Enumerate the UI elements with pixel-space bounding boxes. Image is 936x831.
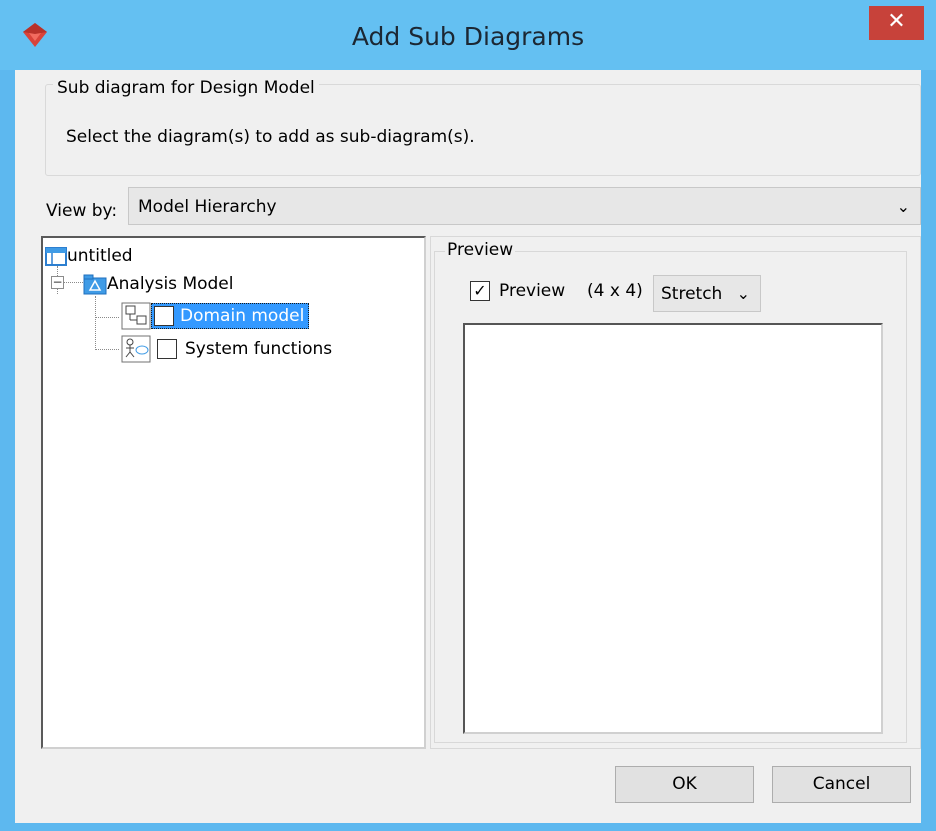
project-icon [45,247,67,266]
tree-node-label: Analysis Model [107,274,234,294]
tree-node-label: Domain model [180,306,305,326]
view-by-label: View by: [46,201,118,221]
dialog-body: Sub diagram for Design Model Select the … [15,70,921,823]
dialog-window: Add Sub Diagrams ✕ Sub diagram for Desig… [0,0,936,831]
tree-node-system-functions[interactable]: System functions [121,335,332,363]
ok-button[interactable]: OK [615,766,754,803]
tree-connector [95,317,119,318]
selected-item-highlight: ✓ Domain model [151,303,310,329]
diagram-tree[interactable]: untitled − Analysis Model ✓ Domain model… [41,236,426,749]
chevron-down-icon: ⌄ [896,197,910,216]
preview-panel: Preview ✓ Preview (4 x 4) Stretch ⌄ [430,236,921,749]
chevron-down-icon: ⌄ [736,284,750,303]
group-description: Select the diagram(s) to add as sub-diag… [66,127,475,147]
preview-canvas [463,323,883,734]
collapse-toggle[interactable]: − [51,276,64,289]
tree-node-domain-model[interactable]: ✓ Domain model [121,302,310,330]
class-diagram-icon [121,302,151,330]
preview-checkbox-label: Preview [499,281,566,301]
cancel-button[interactable]: Cancel [772,766,911,803]
preview-size-text: (4 x 4) [587,281,643,301]
view-by-dropdown[interactable]: Model Hierarchy ⌄ [128,187,921,225]
dialog-title: Add Sub Diagrams [351,22,585,51]
tree-connector [95,296,96,350]
title-bar[interactable]: Add Sub Diagrams ✕ [0,0,936,70]
tree-node-label: System functions [185,339,333,359]
view-by-value: Model Hierarchy [138,197,277,217]
group-legend: Sub diagram for Design Model [53,78,319,98]
preview-mode-dropdown[interactable]: Stretch ⌄ [653,275,761,312]
system-functions-checkbox[interactable] [157,339,177,359]
preview-mode-value: Stretch [661,284,723,304]
preview-checkbox[interactable]: ✓ [470,281,490,301]
tree-connector [95,349,119,350]
close-button[interactable]: ✕ [869,6,924,40]
tree-node-root[interactable]: untitled [45,242,133,270]
model-package-icon [83,274,107,295]
tree-node-analysis-model[interactable]: Analysis Model [83,270,234,298]
use-case-diagram-icon [121,335,151,363]
preview-legend: Preview [445,240,516,260]
tree-node-label: untitled [67,246,133,266]
domain-model-checkbox[interactable]: ✓ [154,306,174,326]
